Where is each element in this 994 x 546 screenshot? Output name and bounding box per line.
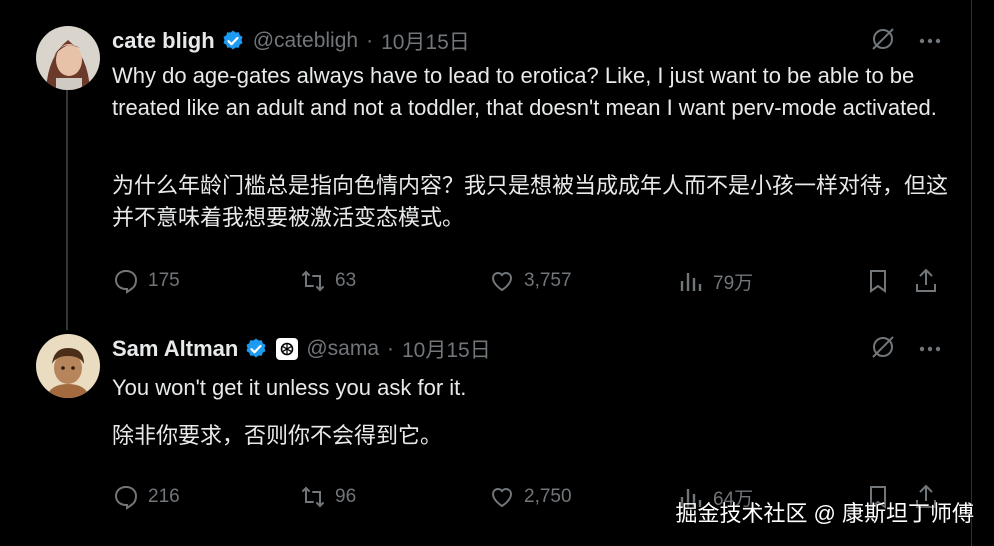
like-count: 2,750 <box>524 486 572 507</box>
retweet-count: 96 <box>335 486 357 507</box>
column-border <box>971 0 972 546</box>
tweet-header-actions <box>870 27 942 55</box>
like-button[interactable]: 2,750 <box>488 482 572 512</box>
like-count: 3,757 <box>524 270 572 291</box>
author-name[interactable]: cate bligh <box>112 28 215 54</box>
bookmark-button[interactable] <box>864 266 892 296</box>
tweet-date[interactable]: 10月15日 <box>381 26 470 56</box>
heart-icon <box>491 488 513 508</box>
share-button[interactable] <box>912 266 940 296</box>
share-icon <box>916 268 936 292</box>
reply-count: 216 <box>148 486 180 507</box>
tweet-text-chinese: 除非你要求，否则你不会得到它。 <box>112 423 443 448</box>
thread-connector-line <box>66 90 68 330</box>
verified-badge-icon <box>221 29 245 53</box>
reply-icon <box>114 269 138 294</box>
heart-icon <box>491 272 513 292</box>
retweet-button[interactable]: 96 <box>299 482 356 512</box>
openai-affiliation-icon[interactable] <box>276 338 299 360</box>
verified-badge-icon <box>244 337 268 361</box>
watermark-text: 掘金技术社区 @ 康斯坦丁师傅 <box>675 501 974 526</box>
more-options-icon[interactable] <box>918 340 942 358</box>
bookmark-icon <box>870 270 886 293</box>
reply-count: 175 <box>148 270 180 291</box>
views-button[interactable]: 79万 <box>677 266 753 296</box>
avatar[interactable] <box>36 26 100 90</box>
avatar[interactable] <box>36 334 100 398</box>
retweet-icon <box>302 486 324 508</box>
reply-button[interactable]: 175 <box>112 266 180 296</box>
tweet-date[interactable]: 10月15日 <box>402 334 491 364</box>
author-handle[interactable]: @sama <box>306 337 379 361</box>
retweet-button[interactable]: 63 <box>299 266 356 296</box>
retweet-icon <box>302 270 324 292</box>
more-options-icon[interactable] <box>918 32 942 50</box>
reply-button[interactable]: 216 <box>112 482 180 512</box>
retweet-count: 63 <box>335 270 357 291</box>
tweet-action-bar: 175 63 3,757 79万 <box>112 266 942 296</box>
view-count: 79万 <box>713 272 754 294</box>
tweet-text-english: You won't get it unless you ask for it. <box>112 375 467 400</box>
author-name[interactable]: Sam Altman <box>112 336 238 362</box>
like-button[interactable]: 3,757 <box>488 266 572 296</box>
meta-separator: · <box>387 337 394 360</box>
tweet-header: Sam Altman @sama · 10月15日 <box>112 335 491 363</box>
views-chart-icon <box>680 273 702 291</box>
grok-icon[interactable] <box>870 334 896 365</box>
tweet-text-english: Why do age-gates always have to lead to … <box>112 63 937 120</box>
tweet-text-chinese: 为什么年龄门槛总是指向色情内容？我只是想被当成成年人而不是小孩一样对待，但这并不… <box>112 173 949 230</box>
reply-icon <box>114 485 138 510</box>
tweet-header-actions <box>870 335 942 363</box>
tweet-header: cate bligh @catebligh · 10月15日 <box>112 27 470 55</box>
grok-icon[interactable] <box>870 26 896 57</box>
author-handle[interactable]: @catebligh <box>253 29 358 53</box>
meta-separator: · <box>366 29 374 52</box>
